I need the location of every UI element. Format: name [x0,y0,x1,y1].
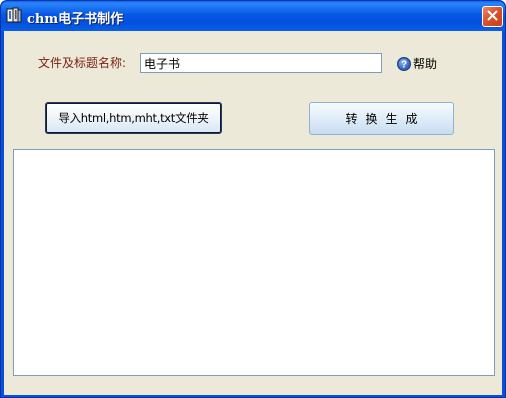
convert-button[interactable]: 转换生成 [309,102,454,135]
help-label: 帮助 [413,57,438,71]
window-title: chm电子书制作 [27,12,124,27]
help-link[interactable]: ? 帮助 [397,55,437,72]
client-area: 文件及标题名称: ? 帮助 导入html,htm,mht,tx [4,31,502,395]
title-bar[interactable]: chm电子书制作 [1,1,505,31]
output-log[interactable] [13,149,495,376]
close-icon [487,10,498,24]
svg-text:?: ? [401,59,407,70]
book-icon [6,7,22,24]
import-folder-button[interactable]: 导入html,htm,mht,txt文件夹 [45,102,222,134]
name-label: 文件及标题名称: [38,56,127,70]
name-input[interactable] [140,53,382,73]
question-icon: ? [397,56,411,71]
app-window: chm电子书制作 文件及标题名称: 电子书 ? 帮助 导入html,htm,mh… [0,0,506,398]
close-button[interactable] [482,6,503,27]
